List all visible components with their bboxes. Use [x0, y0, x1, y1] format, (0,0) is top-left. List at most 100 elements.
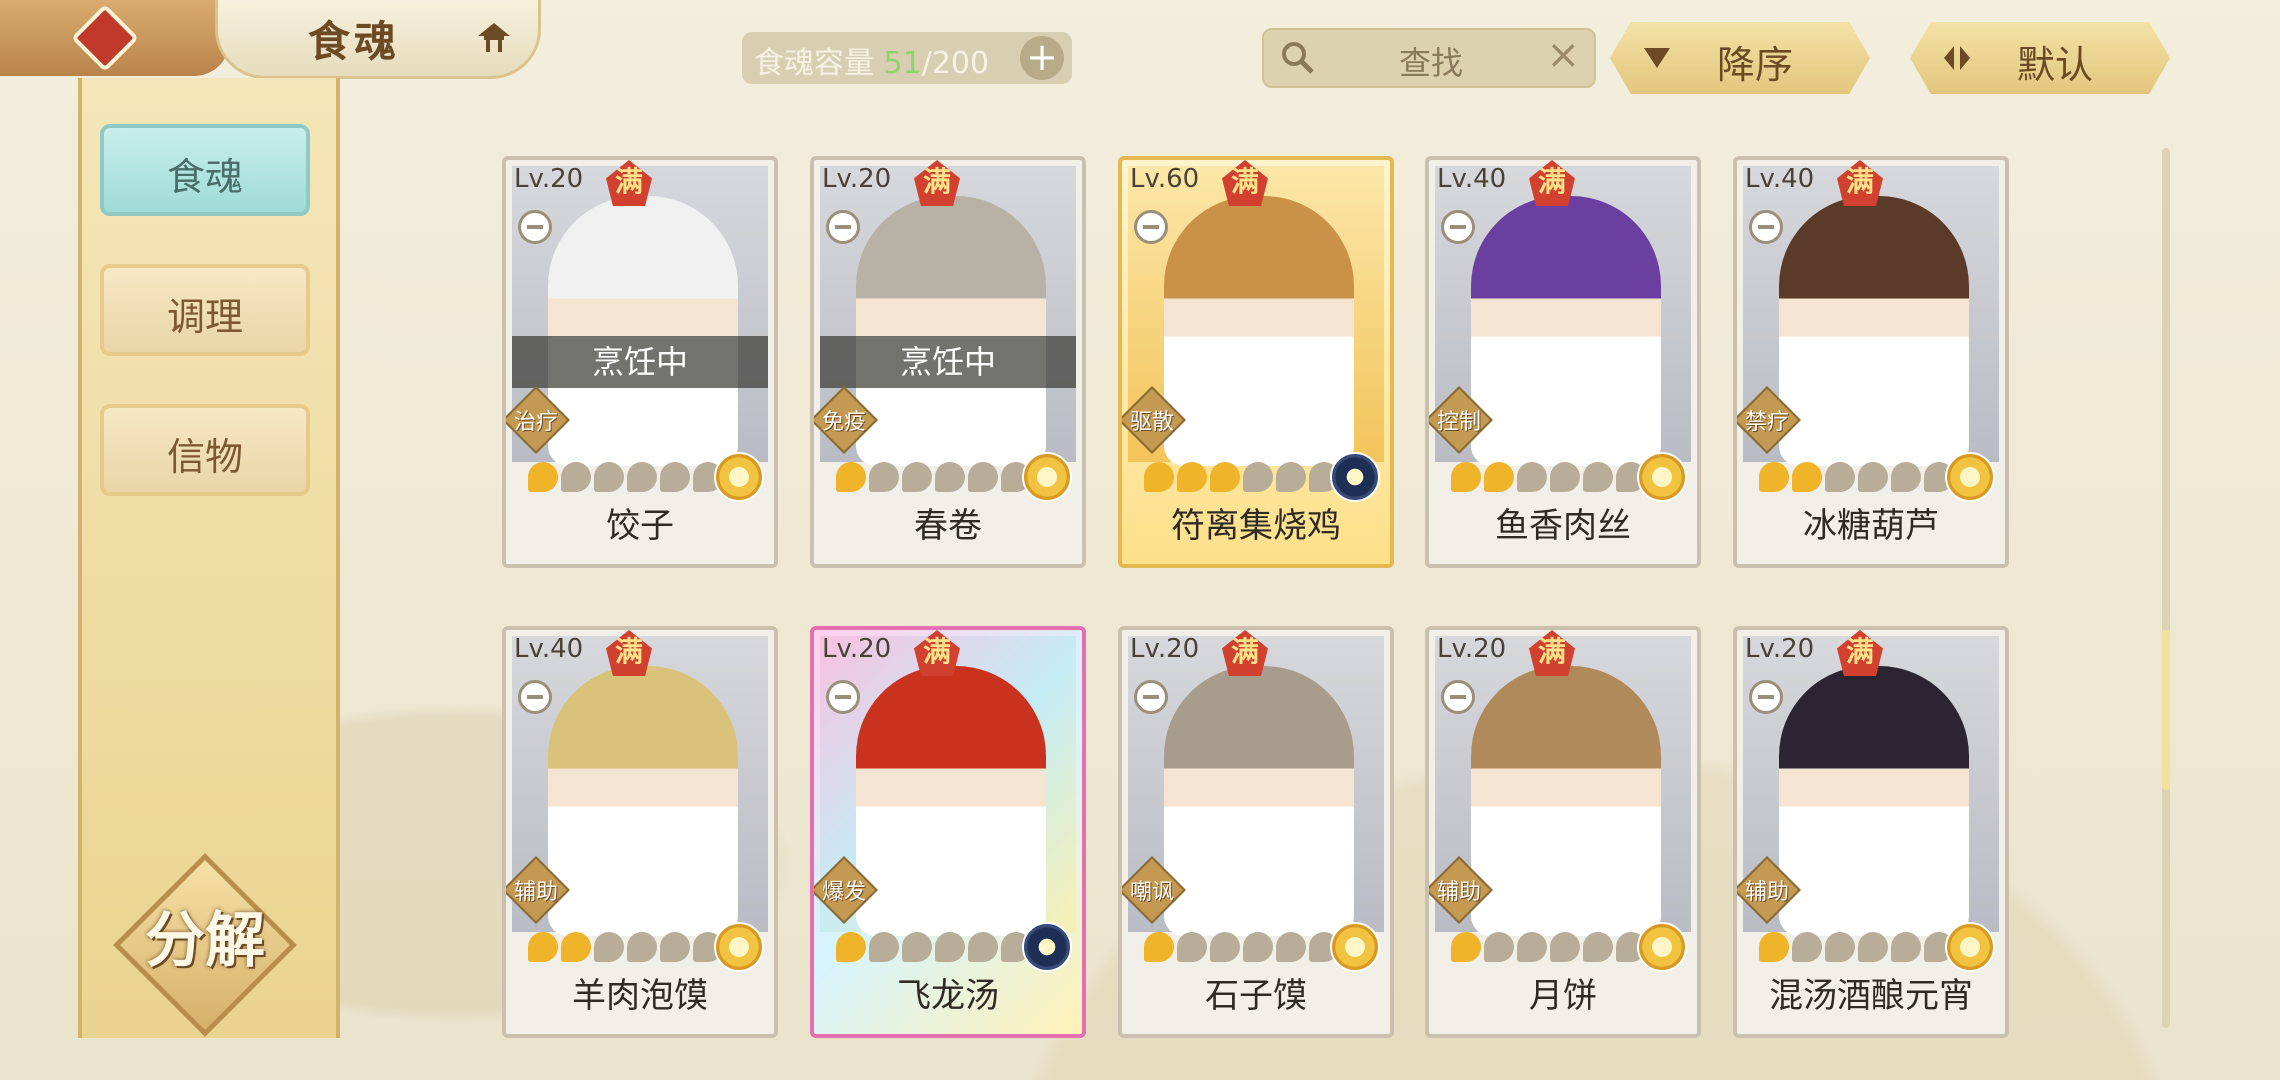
- capacity-current: 51: [883, 46, 922, 81]
- level-label: Lv.20: [822, 164, 892, 194]
- flame-star-icon: [1792, 932, 1822, 962]
- search-box[interactable]: 查找 ×: [1262, 28, 1596, 88]
- food-soul-card[interactable]: Lv.20 满烹饪中 免疫 春卷: [810, 156, 1086, 568]
- star-rating: [836, 932, 1031, 966]
- bowl-icon: [1749, 680, 1783, 714]
- flower-emblem-icon: [1330, 922, 1380, 972]
- role-label: 控制: [1436, 410, 1481, 435]
- bowl-icon: [1441, 210, 1475, 244]
- flame-star-icon: [1144, 932, 1174, 962]
- flame-star-icon: [1891, 932, 1921, 962]
- star-rating: [1759, 462, 1954, 496]
- bowl-icon: [826, 680, 860, 714]
- tab-label: 食魂: [166, 155, 243, 199]
- tab-tuning[interactable]: 调理: [100, 264, 310, 356]
- flame-star-icon: [836, 462, 866, 492]
- scrollbar-track[interactable]: [2162, 148, 2170, 1028]
- food-soul-card[interactable]: Lv.40 满辅助 羊肉泡馍: [502, 626, 778, 1038]
- flame-star-icon: [1484, 932, 1514, 962]
- flame-star-icon: [1891, 462, 1921, 492]
- character-name: 月饼: [1529, 976, 1597, 1016]
- flame-star-icon: [1759, 932, 1789, 962]
- bowl-icon: [518, 680, 552, 714]
- level-label: Lv.40: [1437, 164, 1507, 194]
- top-bar: 食魂 食魂容量 51/200 + 查找 × 降序 默认: [0, 0, 2280, 94]
- food-soul-card[interactable]: Lv.20 满烹饪中 治疗 饺子: [502, 156, 778, 568]
- food-soul-card[interactable]: Lv.20 满辅助 月饼: [1425, 626, 1701, 1038]
- flame-star-icon: [869, 462, 899, 492]
- flame-star-icon: [1451, 462, 1481, 492]
- flower-emblem-icon: [1022, 922, 1072, 972]
- tab-label: 信物: [166, 435, 243, 479]
- role-label: 辅助: [1744, 880, 1789, 905]
- character-figure: [1471, 666, 1661, 936]
- star-rating: [1451, 932, 1646, 966]
- character-figure: [1164, 196, 1354, 466]
- flame-star-icon: [1276, 932, 1306, 962]
- character-name: 石子馍: [1205, 976, 1307, 1016]
- character-figure: [1471, 196, 1661, 466]
- flame-star-icon: [1243, 462, 1273, 492]
- food-soul-card[interactable]: Lv.20 满辅助 混汤酒酿元宵: [1733, 626, 2009, 1038]
- flame-star-icon: [1177, 932, 1207, 962]
- flame-star-icon: [627, 932, 657, 962]
- food-soul-card[interactable]: Lv.20 满爆发 飞龙汤: [810, 626, 1086, 1038]
- character-figure: [1164, 666, 1354, 936]
- level-label: Lv.40: [1745, 164, 1815, 194]
- flame-star-icon: [902, 932, 932, 962]
- search-placeholder: 查找: [1399, 44, 1464, 82]
- flame-star-icon: [594, 462, 624, 492]
- role-badge: 控制: [1429, 386, 1493, 454]
- flower-emblem-icon: [1945, 922, 1995, 972]
- level-label: Lv.20: [1745, 634, 1815, 664]
- sort-order-label: 降序: [1716, 43, 1793, 87]
- food-soul-card[interactable]: Lv.60 满驱散 符离集烧鸡: [1118, 156, 1394, 568]
- flame-star-icon: [1858, 462, 1888, 492]
- role-label: 驱散: [1129, 410, 1174, 435]
- flame-star-icon: [1210, 462, 1240, 492]
- flame-star-icon: [1517, 462, 1547, 492]
- level-label: Lv.20: [1437, 634, 1507, 664]
- flame-star-icon: [561, 462, 591, 492]
- character-figure: [1779, 196, 1969, 466]
- star-rating: [1144, 932, 1339, 966]
- sort-mode-button[interactable]: 默认: [1910, 22, 2170, 94]
- add-capacity-button[interactable]: +: [1020, 36, 1064, 80]
- level-label: Lv.20: [822, 634, 892, 664]
- character-name: 羊肉泡馍: [572, 976, 708, 1016]
- bowl-icon: [1441, 680, 1475, 714]
- capacity-text: 食魂容量 51/200: [754, 38, 989, 82]
- character-figure: [548, 666, 738, 936]
- tab-token[interactable]: 信物: [100, 404, 310, 496]
- food-soul-card[interactable]: Lv.20 满嘲讽 石子馍: [1118, 626, 1394, 1038]
- role-badge: 禁疗: [1737, 386, 1801, 454]
- cooking-status: 烹饪中: [512, 336, 768, 388]
- tab-food-soul[interactable]: 食魂: [100, 124, 310, 216]
- bowl-icon: [1134, 210, 1168, 244]
- flame-star-icon: [561, 932, 591, 962]
- role-badge: 辅助: [1737, 856, 1801, 924]
- search-icon: [1282, 42, 1314, 74]
- food-soul-card[interactable]: Lv.40 满控制 鱼香肉丝: [1425, 156, 1701, 568]
- level-label: Lv.60: [1130, 164, 1200, 194]
- role-badge: 治疗: [506, 386, 570, 454]
- tab-label: 调理: [166, 295, 243, 339]
- flame-star-icon: [1550, 462, 1580, 492]
- flame-star-icon: [1792, 462, 1822, 492]
- role-label: 治疗: [513, 410, 558, 435]
- back-button[interactable]: [0, 0, 230, 76]
- bowl-icon: [1749, 210, 1783, 244]
- clear-search-icon[interactable]: ×: [1546, 32, 1580, 78]
- food-soul-card[interactable]: Lv.40 满禁疗 冰糖葫芦: [1733, 156, 2009, 568]
- flame-star-icon: [660, 462, 690, 492]
- role-label: 爆发: [821, 880, 866, 905]
- scrollbar-thumb[interactable]: [2162, 630, 2170, 790]
- title-pill: 食魂: [215, 0, 541, 79]
- character-figure: [548, 196, 738, 466]
- flame-star-icon: [660, 932, 690, 962]
- flower-emblem-icon: [1637, 922, 1687, 972]
- role-label: 嘲讽: [1129, 880, 1174, 905]
- flame-star-icon: [968, 462, 998, 492]
- sort-order-button[interactable]: 降序: [1610, 22, 1870, 94]
- flame-star-icon: [1451, 932, 1481, 962]
